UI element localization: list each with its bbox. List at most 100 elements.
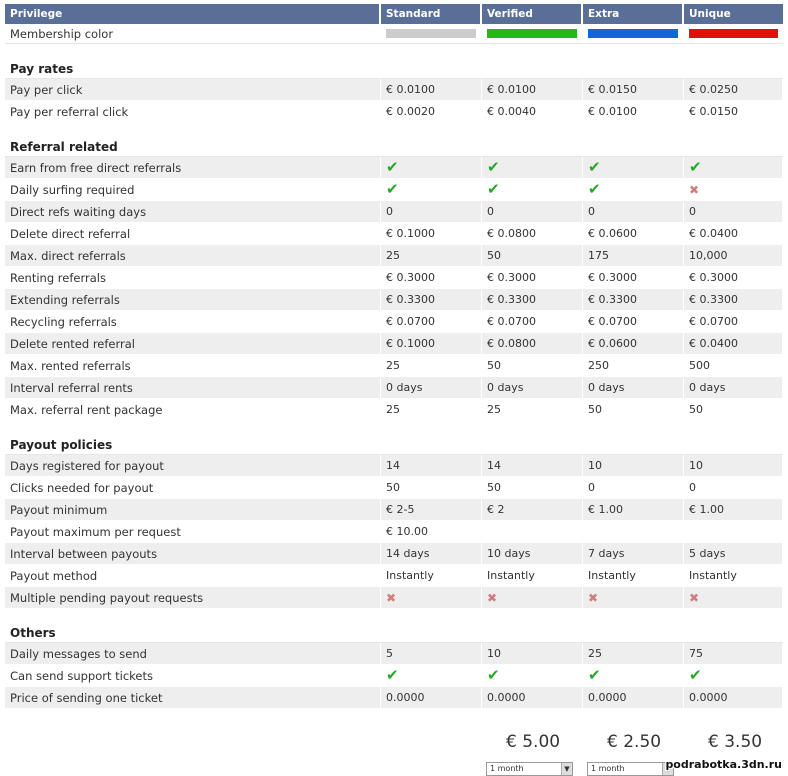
membership-color-label: Membership color	[10, 26, 114, 41]
cell-value: 0 days	[487, 381, 524, 394]
row-label: Payout minimum	[5, 499, 381, 520]
row-label: Payout maximum per request	[5, 521, 381, 542]
cell-extra: € 0.3000	[583, 267, 684, 288]
cell-value: € 0.3300	[386, 293, 435, 306]
price-row: € 5.00 € 2.50 € 3.50	[0, 732, 788, 756]
cell-verified: € 0.0700	[482, 311, 583, 332]
cell-standard: 25	[381, 245, 482, 266]
cell-verified: ✔	[482, 665, 583, 686]
cell-value: 5 days	[689, 547, 726, 560]
cell-value: 14 days	[386, 547, 430, 560]
check-icon: ✔	[588, 180, 601, 198]
cell-value: 0.0000	[689, 691, 728, 704]
row-label: Extending referrals	[5, 289, 381, 310]
row-label: Payout method	[5, 565, 381, 586]
row-label: Max. referral rent package	[5, 399, 381, 420]
cross-icon: ✖	[588, 590, 599, 605]
cell-value: 10	[689, 459, 703, 472]
table-row: Interval between payouts 14 days 10 days 7 …	[5, 543, 783, 565]
cell-verified: ✖	[482, 587, 583, 608]
cell-value: 10,000	[689, 249, 728, 262]
cell-value: 14	[487, 459, 501, 472]
cell-extra: € 1.00	[583, 499, 684, 520]
cell-verified: € 0.3000	[482, 267, 583, 288]
section-header: Referral related	[5, 123, 783, 157]
cell-verified: 50	[482, 245, 583, 266]
cell-value: 25	[386, 403, 400, 416]
price-extra: € 2.50	[607, 732, 662, 752]
cell-value: € 0.3000	[487, 271, 536, 284]
cell-value: 0	[588, 481, 595, 494]
table-row: Delete rented referral € 0.1000 € 0.0800 € …	[5, 333, 783, 355]
cell-standard: Instantly	[381, 565, 482, 586]
header-extra: Extra	[583, 4, 684, 24]
cell-standard: 0 days	[381, 377, 482, 398]
cell-value: 0.0000	[386, 691, 425, 704]
cell-unique: 500	[684, 355, 783, 376]
cell-value: € 0.0100	[588, 105, 637, 118]
cell-unique: 75	[684, 643, 783, 664]
row-label: Max. rented referrals	[5, 355, 381, 376]
table-row: Can send support tickets ✔ ✔ ✔ ✔	[5, 665, 783, 687]
cell-value: 10	[588, 459, 602, 472]
cell-value: 10 days	[487, 547, 531, 560]
cell-value: € 0.0250	[689, 83, 738, 96]
cell-verified: 50	[482, 477, 583, 498]
cell-verified: 0.0000	[482, 687, 583, 708]
cross-icon: ✖	[689, 590, 700, 605]
cell-value: € 0.1000	[386, 227, 435, 240]
cell-value: 50	[386, 481, 400, 494]
cell-standard: € 0.3300	[381, 289, 482, 310]
check-icon: ✔	[386, 666, 399, 684]
price-verified: € 5.00	[506, 732, 561, 752]
cell-value: 0	[689, 481, 696, 494]
chevron-down-icon: ▼	[561, 763, 572, 775]
cell-standard: 14 days	[381, 543, 482, 564]
cell-standard: € 10.00	[381, 521, 482, 542]
cell-value: 25	[487, 403, 501, 416]
check-icon: ✔	[386, 158, 399, 176]
cell-value: 50	[487, 481, 501, 494]
table-row: Delete direct referral € 0.1000 € 0.0800 € …	[5, 223, 783, 245]
cell-standard: 0.0000	[381, 687, 482, 708]
row-label: Multiple pending payout requests	[5, 587, 381, 608]
cell-value: € 0.3300	[588, 293, 637, 306]
cell-standard: € 0.1000	[381, 333, 482, 354]
cell-verified: 14	[482, 455, 583, 476]
cell-extra: 25	[583, 643, 684, 664]
cell-value: € 0.3000	[386, 271, 435, 284]
row-label: Interval referral rents	[5, 377, 381, 398]
check-icon: ✔	[689, 158, 702, 176]
table-row: Days registered for payout 14 14 10 10	[5, 455, 783, 477]
cell-extra: 10	[583, 455, 684, 476]
table-row: Interval referral rents 0 days 0 days 0 day…	[5, 377, 783, 399]
row-label: Clicks needed for payout	[5, 477, 381, 498]
cell-extra: 175	[583, 245, 684, 266]
cross-icon: ✖	[689, 182, 700, 197]
cell-value: 75	[689, 647, 703, 660]
table-row: Max. direct referrals 25 50 175 10,000	[5, 245, 783, 267]
cell-verified: ✔	[482, 157, 583, 178]
cell-value: 0	[487, 205, 494, 218]
cell-standard: ✖	[381, 587, 482, 608]
section-header: Payout policies	[5, 421, 783, 455]
cell-standard: 0	[381, 201, 482, 222]
cell-standard: € 2-5	[381, 499, 482, 520]
period-select-value: 1 month	[591, 764, 625, 773]
row-label: Pay per click	[5, 79, 381, 100]
cell-verified: 10	[482, 643, 583, 664]
cell-standard: 50	[381, 477, 482, 498]
cell-extra: € 0.3300	[583, 289, 684, 310]
cell-value: 175	[588, 249, 609, 262]
cell-verified: € 2	[482, 499, 583, 520]
table-row: Multiple pending payout requests ✖ ✖ ✖ ✖	[5, 587, 783, 609]
table-row: Extending referrals € 0.3300 € 0.3300 € 0.3…	[5, 289, 783, 311]
cell-value: € 0.0700	[386, 315, 435, 328]
cell-value: € 0.0100	[487, 83, 536, 96]
cell-value: € 10.00	[386, 525, 428, 538]
color-swatch-extra	[588, 29, 678, 38]
table-row: Recycling referrals € 0.0700 € 0.0700 € 0.0…	[5, 311, 783, 333]
section-title: Payout policies	[10, 438, 113, 452]
cell-value: 14	[386, 459, 400, 472]
cell-value: € 0.0800	[487, 227, 536, 240]
